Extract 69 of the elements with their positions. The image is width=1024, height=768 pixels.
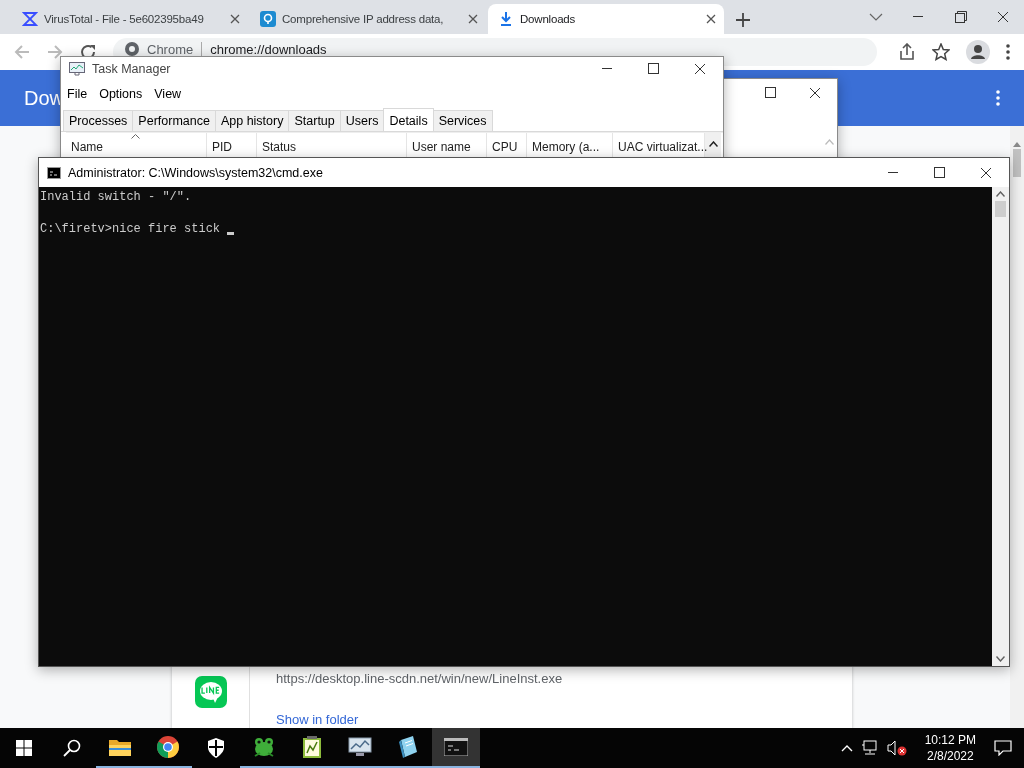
scroll-up-icon[interactable] bbox=[708, 141, 718, 147]
window-title: Administrator: C:\Windows\system32\cmd.exe bbox=[68, 165, 323, 180]
share-icon[interactable] bbox=[898, 43, 916, 61]
chrome-logo-icon bbox=[125, 42, 139, 56]
close-icon[interactable] bbox=[980, 166, 992, 179]
scrollbar-thumb[interactable] bbox=[1013, 149, 1021, 177]
download-url: https://desktop.line-scdn.net/win/new/LineInst.exe bbox=[276, 671, 564, 686]
menu-item[interactable]: File bbox=[67, 87, 88, 101]
volume-muted-icon[interactable] bbox=[886, 740, 907, 756]
chevron-up-icon[interactable] bbox=[840, 744, 853, 752]
folder-icon bbox=[109, 738, 131, 756]
monitor-chart-icon bbox=[69, 62, 85, 76]
clock-date[interactable]: 2/8/2022 bbox=[926, 748, 974, 764]
maximize-icon[interactable] bbox=[765, 87, 777, 99]
chat-bubble-app-icon bbox=[194, 676, 227, 708]
show-in-folder-link[interactable]: Show in folder bbox=[276, 712, 359, 727]
new-tab-icon[interactable] bbox=[736, 13, 750, 27]
scrollbar[interactable] bbox=[1010, 126, 1024, 728]
forward-arrow-icon[interactable] bbox=[47, 44, 63, 60]
chrome-logo-icon bbox=[157, 736, 179, 758]
maximize-icon[interactable] bbox=[648, 63, 660, 75]
book-icon bbox=[397, 736, 419, 758]
terminal-icon bbox=[47, 166, 61, 179]
address-url: chrome://downloads bbox=[210, 42, 327, 57]
menu-icon[interactable] bbox=[1006, 44, 1010, 60]
notification-icon[interactable] bbox=[994, 740, 1012, 756]
scrollbar-thumb[interactable] bbox=[995, 201, 1006, 217]
menu-item[interactable]: View bbox=[154, 87, 182, 101]
network-icon[interactable] bbox=[860, 740, 879, 756]
tab[interactable]: Services bbox=[432, 110, 493, 131]
notepad-icon bbox=[302, 736, 322, 758]
location-pin-icon bbox=[260, 11, 276, 27]
shield-icon[interactable] bbox=[207, 738, 225, 758]
address-label: Chrome bbox=[147, 42, 194, 57]
console-text: Invalid switch - "/". bbox=[40, 189, 192, 205]
restore-icon[interactable] bbox=[955, 11, 967, 23]
close-icon[interactable] bbox=[468, 14, 478, 24]
browser-tab[interactable]: Downloads bbox=[488, 4, 724, 34]
browser-tab[interactable]: VirusTotal - File - 5e602395ba49 bbox=[12, 4, 248, 34]
tab[interactable]: Processes bbox=[63, 110, 134, 131]
maximize-icon[interactable] bbox=[934, 166, 946, 179]
scrollbar[interactable] bbox=[992, 187, 1009, 666]
close-icon[interactable] bbox=[706, 14, 716, 24]
close-icon[interactable] bbox=[694, 63, 706, 75]
profile-avatar-icon[interactable] bbox=[966, 40, 990, 64]
search-icon[interactable] bbox=[63, 739, 81, 757]
menu-item[interactable]: Options bbox=[99, 87, 143, 101]
terminal-icon bbox=[444, 738, 468, 756]
windows-logo-icon[interactable] bbox=[16, 740, 32, 756]
console-text: C:\firetv>nice fire stick bbox=[40, 221, 222, 237]
menu-icon[interactable] bbox=[996, 90, 1000, 106]
browser-tab[interactable]: Comprehensive IP address data, bbox=[250, 4, 486, 34]
sigma-icon bbox=[22, 11, 38, 27]
chevron-down-icon[interactable] bbox=[869, 12, 883, 22]
monitor-chart-icon bbox=[348, 737, 372, 757]
clock-time[interactable]: 10:12 PM bbox=[924, 732, 976, 748]
close-icon[interactable] bbox=[997, 11, 1009, 23]
sort-caret-icon bbox=[131, 134, 140, 139]
close-icon[interactable] bbox=[230, 14, 240, 24]
frog-icon bbox=[252, 736, 276, 758]
scroll-down-icon[interactable] bbox=[996, 656, 1005, 662]
tab[interactable]: Startup bbox=[288, 110, 341, 131]
star-icon[interactable] bbox=[932, 43, 950, 61]
tab[interactable]: App history bbox=[214, 110, 290, 131]
tab[interactable]: Users bbox=[339, 110, 385, 131]
close-icon[interactable] bbox=[809, 87, 821, 99]
taskbar-button[interactable] bbox=[432, 728, 480, 768]
download-icon bbox=[498, 11, 514, 27]
tab[interactable]: Performance bbox=[132, 110, 216, 131]
